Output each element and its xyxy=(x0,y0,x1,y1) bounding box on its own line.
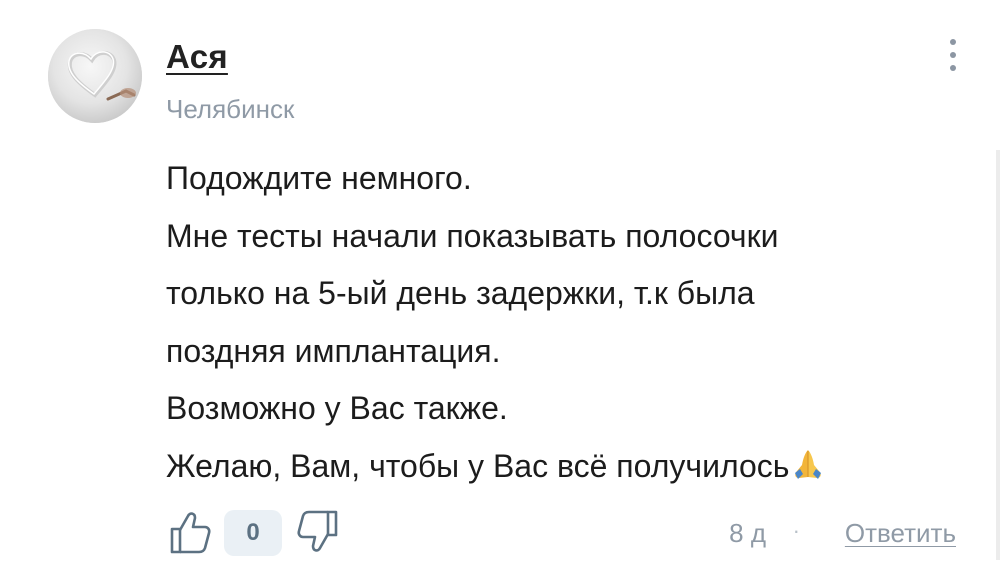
author-name[interactable]: Ася xyxy=(166,38,228,76)
scrollbar-track[interactable] xyxy=(996,150,1000,560)
thumbs-down-icon xyxy=(297,510,338,552)
heart-in-snow-image xyxy=(48,29,142,123)
separator-dot: · xyxy=(792,518,800,543)
comment-line: только на 5-ый день задержки, т.к была xyxy=(166,275,755,311)
comment-line-last: Желаю, Вам, чтобы у Вас всё получилось xyxy=(166,438,966,496)
comment-age: 8 д xyxy=(729,518,766,548)
comment-card: Ася Челябинск Подождите немного. Мне тес… xyxy=(0,0,1000,584)
comment-line: поздняя имплантация. xyxy=(166,332,501,369)
like-button[interactable] xyxy=(166,508,214,556)
comment-actions: 0 8 д · Ответить xyxy=(166,508,962,558)
comment-line: Подождите немного. xyxy=(166,160,472,196)
folded-hands-icon xyxy=(789,442,827,479)
dislike-button[interactable] xyxy=(294,508,342,556)
more-options-button[interactable] xyxy=(938,32,968,78)
reply-link[interactable]: Ответить xyxy=(845,518,956,549)
rating-score: 0 xyxy=(224,510,282,556)
comment-line: Возможно у Вас также. xyxy=(166,390,508,426)
author-city: Челябинск xyxy=(166,94,295,124)
thumbs-up-icon xyxy=(170,512,211,554)
comment-line: Желаю, Вам, чтобы у Вас всё получилось xyxy=(166,447,790,484)
comment-text: Подождите немного. Мне тесты начали пока… xyxy=(166,150,966,495)
more-vertical-icon xyxy=(950,39,956,45)
avatar[interactable] xyxy=(48,29,142,123)
comment-line: Мне тесты начали показывать полосочки xyxy=(166,217,779,254)
